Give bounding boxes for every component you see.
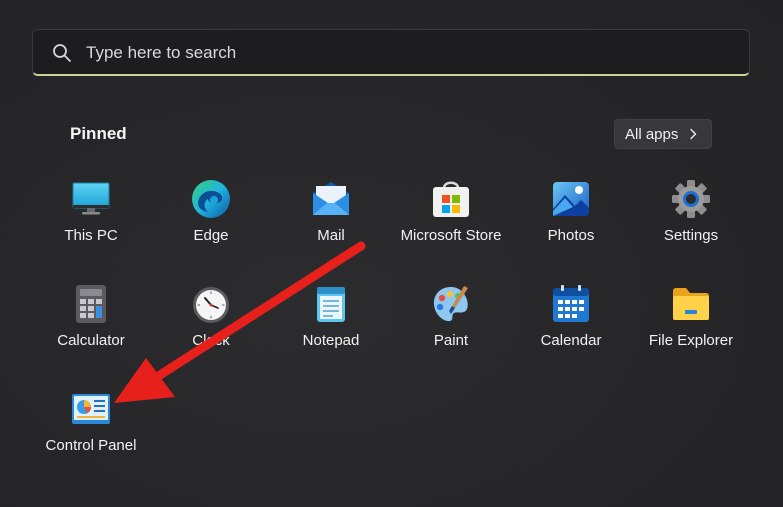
app-label: Settings (663, 227, 719, 244)
app-label: Control Panel (45, 437, 137, 454)
app-tile-mail[interactable]: Mail (271, 179, 391, 275)
search-bar[interactable] (32, 29, 750, 76)
app-tile-clock[interactable]: Clock (151, 284, 271, 380)
photos-icon (553, 182, 589, 216)
app-tile-file-explorer[interactable]: File Explorer (631, 284, 751, 380)
monitor-icon (72, 182, 110, 215)
app-tile-calendar[interactable]: Calendar (511, 284, 631, 380)
chevron-right-icon (690, 128, 697, 140)
app-label: Notepad (302, 332, 360, 349)
app-tile-edge[interactable]: Edge (151, 179, 271, 275)
app-tile-notepad[interactable]: Notepad (271, 284, 391, 380)
app-tile-photos[interactable]: Photos (511, 179, 631, 275)
mail-icon (313, 182, 349, 215)
store-icon (433, 181, 469, 217)
pinned-section-title: Pinned (70, 124, 127, 143)
search-input[interactable] (86, 38, 726, 68)
app-label: Microsoft Store (400, 227, 502, 244)
app-label: Calculator (57, 332, 125, 349)
app-label: Photos (547, 227, 595, 244)
folder-icon (673, 288, 709, 320)
app-label: Clock (192, 332, 230, 349)
app-tile-calculator[interactable]: Calculator (31, 284, 151, 380)
app-label: Calendar (540, 332, 602, 349)
all-apps-label: All apps (625, 125, 679, 143)
app-tile-this-pc[interactable]: This PC (31, 179, 151, 275)
calendar-icon (553, 285, 589, 322)
app-tile-microsoft-store[interactable]: Microsoft Store (391, 179, 511, 275)
gear-icon (672, 180, 710, 218)
all-apps-button[interactable]: All apps (614, 119, 712, 149)
control-panel-icon (72, 394, 110, 424)
search-icon (53, 44, 71, 62)
app-label: This PC (64, 227, 118, 244)
app-label: File Explorer (648, 332, 734, 349)
edge-icon (192, 180, 230, 218)
app-label: Paint (433, 332, 469, 349)
app-label: Mail (317, 227, 345, 244)
calculator-icon (76, 285, 106, 323)
app-label: Edge (193, 227, 229, 244)
clock-icon (193, 287, 229, 323)
notepad-icon (317, 287, 345, 322)
app-tile-paint[interactable]: Paint (391, 284, 511, 380)
paint-palette-icon (433, 286, 468, 322)
app-tile-settings[interactable]: Settings (631, 179, 751, 275)
app-tile-control-panel[interactable]: Control Panel (31, 389, 151, 485)
